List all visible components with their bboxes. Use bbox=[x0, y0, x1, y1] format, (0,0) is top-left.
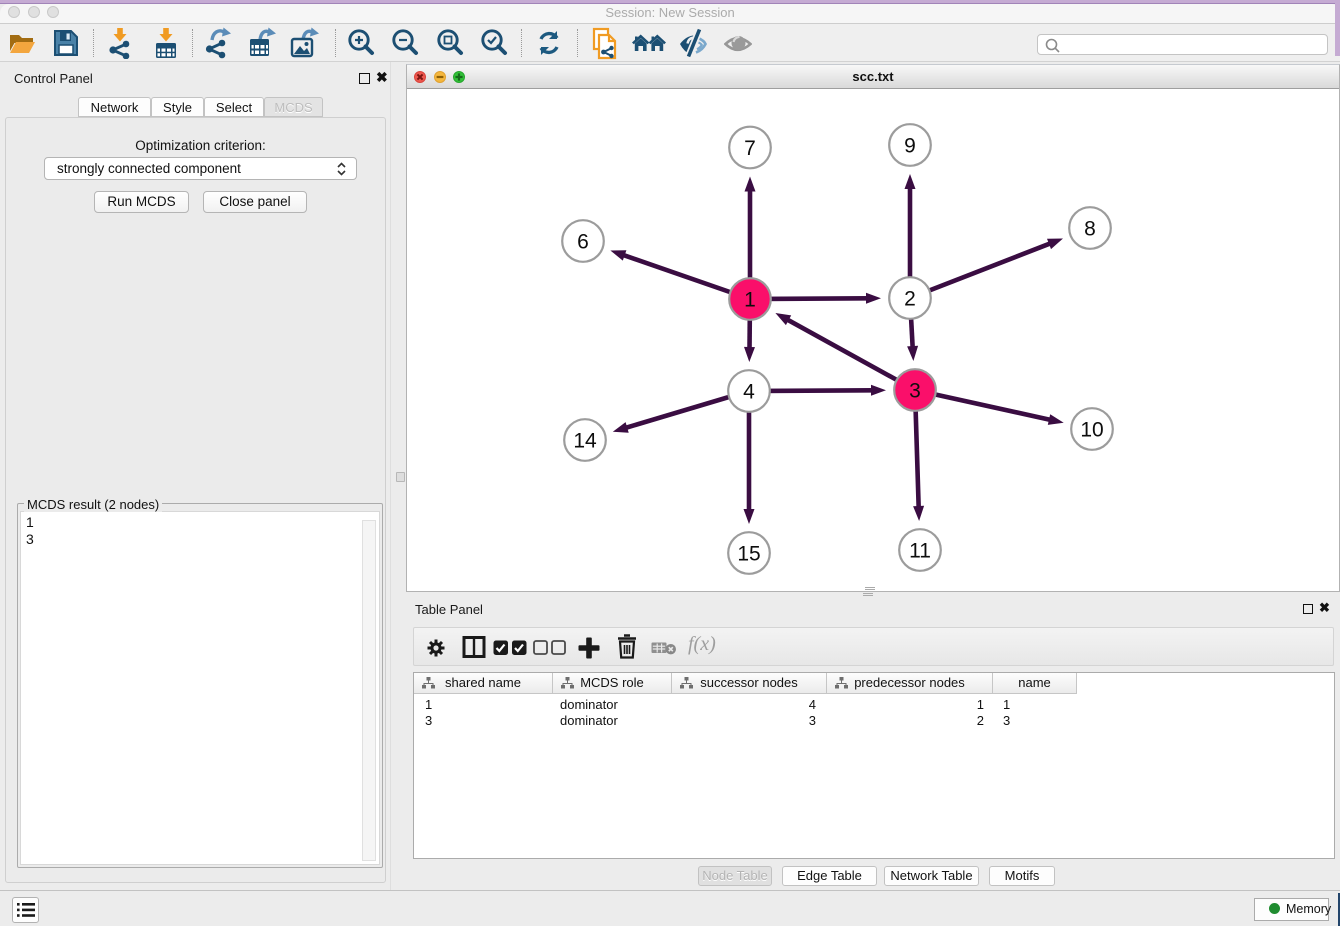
svg-text:7: 7 bbox=[744, 137, 756, 160]
svg-text:11: 11 bbox=[909, 540, 931, 563]
svg-text:10: 10 bbox=[1080, 419, 1103, 442]
svg-text:1: 1 bbox=[744, 289, 756, 312]
svg-text:8: 8 bbox=[1084, 218, 1096, 241]
svg-text:3: 3 bbox=[909, 380, 921, 403]
svg-text:4: 4 bbox=[743, 381, 755, 404]
svg-text:2: 2 bbox=[904, 288, 916, 311]
svg-text:9: 9 bbox=[904, 135, 916, 158]
svg-text:6: 6 bbox=[577, 231, 589, 254]
svg-text:15: 15 bbox=[737, 543, 760, 566]
svg-text:14: 14 bbox=[573, 430, 597, 453]
